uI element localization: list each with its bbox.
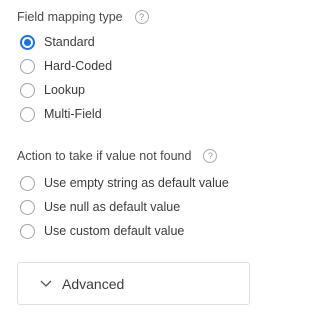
not-found-action-text: Action to take if value not found (17, 149, 192, 163)
not-found-action-label: Action to take if value not found ? (17, 149, 218, 163)
radio-custom-default[interactable]: Use custom default value (20, 222, 184, 240)
radio-empty-string[interactable]: Use empty string as default value (20, 174, 229, 192)
radio-label-lookup: Lookup (44, 83, 86, 97)
field-mapping-panel: Field mapping type ? Standard Hard-Coded… (0, 0, 258, 312)
advanced-expander[interactable]: Advanced (17, 262, 250, 305)
radio-label-hard-coded: Hard-Coded (44, 59, 113, 73)
advanced-label: Advanced (62, 275, 125, 292)
radio-label-null: Use null as default value (44, 200, 181, 214)
radio-hard-coded[interactable]: Hard-Coded (20, 57, 112, 75)
help-icon[interactable]: ? (203, 149, 218, 163)
radio-null[interactable]: Use null as default value (20, 198, 180, 216)
radio-button[interactable] (20, 106, 35, 122)
radio-button-checked[interactable] (20, 34, 35, 50)
radio-standard[interactable]: Standard (20, 33, 95, 51)
radio-button[interactable] (20, 58, 35, 74)
radio-button[interactable] (20, 175, 35, 191)
radio-label-custom-default: Use custom default value (44, 224, 185, 238)
radio-button[interactable] (20, 82, 35, 98)
chevron-down-icon (38, 276, 54, 292)
radio-label-standard: Standard (44, 35, 95, 49)
field-mapping-type-text: Field mapping type (17, 10, 123, 24)
field-mapping-type-label: Field mapping type ? (17, 10, 149, 24)
radio-label-empty-string: Use empty string as default value (44, 176, 229, 190)
radio-button[interactable] (20, 199, 35, 215)
radio-button[interactable] (20, 223, 35, 239)
help-icon[interactable]: ? (134, 10, 149, 24)
radio-multi-field[interactable]: Multi-Field (20, 105, 102, 123)
radio-label-multi-field: Multi-Field (44, 107, 102, 121)
radio-lookup[interactable]: Lookup (20, 81, 85, 99)
